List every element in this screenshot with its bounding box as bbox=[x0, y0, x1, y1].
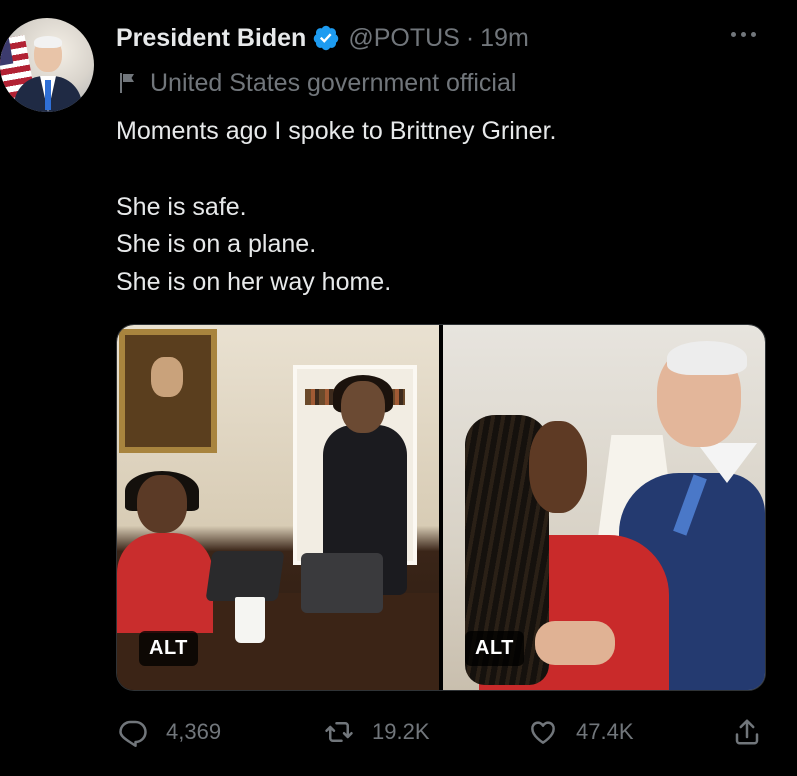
alt-text-badge[interactable]: ALT bbox=[139, 631, 198, 666]
retweet-button[interactable]: 19.2K bbox=[324, 712, 430, 752]
alt-text-badge[interactable]: ALT bbox=[465, 631, 524, 666]
header-separator: · bbox=[465, 23, 475, 52]
coffee-cup bbox=[235, 597, 265, 643]
tweet-actions: 4,369 19.2K 47.4K bbox=[116, 712, 766, 752]
verified-badge-icon[interactable] bbox=[312, 24, 340, 52]
like-count: 47.4K bbox=[576, 719, 634, 744]
desk-phone bbox=[301, 553, 383, 613]
tweet-text-line: She is on a plane. bbox=[116, 230, 317, 258]
photo-hug[interactable]: ALT bbox=[443, 325, 765, 690]
like-button[interactable]: 47.4K bbox=[528, 712, 634, 752]
reply-icon bbox=[119, 720, 147, 747]
like-icon bbox=[531, 721, 555, 744]
tweet-header: President Biden @POTUS · 19m bbox=[116, 20, 529, 56]
government-label-text: United States government official bbox=[150, 68, 517, 97]
government-flag-icon bbox=[120, 73, 134, 93]
retweet-icon bbox=[325, 722, 353, 742]
author-avatar[interactable] bbox=[0, 18, 94, 112]
tweet-text: Moments ago I spoke to Brittney Griner. … bbox=[116, 113, 776, 301]
government-label[interactable]: United States government official bbox=[116, 66, 516, 100]
share-icon bbox=[735, 719, 759, 745]
photo-oval-office-phone-call[interactable]: ALT bbox=[117, 325, 439, 690]
wall-painting bbox=[119, 329, 217, 453]
desk-phone bbox=[205, 551, 285, 601]
share-button[interactable] bbox=[732, 712, 762, 752]
tweet-timestamp[interactable]: 19m bbox=[480, 24, 529, 53]
tweet-text-line: She is on her way home. bbox=[116, 267, 392, 296]
reply-button[interactable]: 4,369 bbox=[118, 712, 221, 752]
tweet-text-line: She is safe. bbox=[116, 192, 247, 221]
tweet-text-line: Moments ago I spoke to Brittney Griner. bbox=[116, 117, 557, 145]
media-grid: ALT ALT bbox=[116, 324, 766, 691]
author-name[interactable]: President Biden bbox=[116, 24, 306, 53]
reply-count: 4,369 bbox=[166, 719, 222, 744]
author-handle[interactable]: @POTUS bbox=[348, 24, 460, 53]
retweet-count: 19.2K bbox=[372, 719, 430, 744]
more-options-icon[interactable] bbox=[731, 24, 765, 44]
